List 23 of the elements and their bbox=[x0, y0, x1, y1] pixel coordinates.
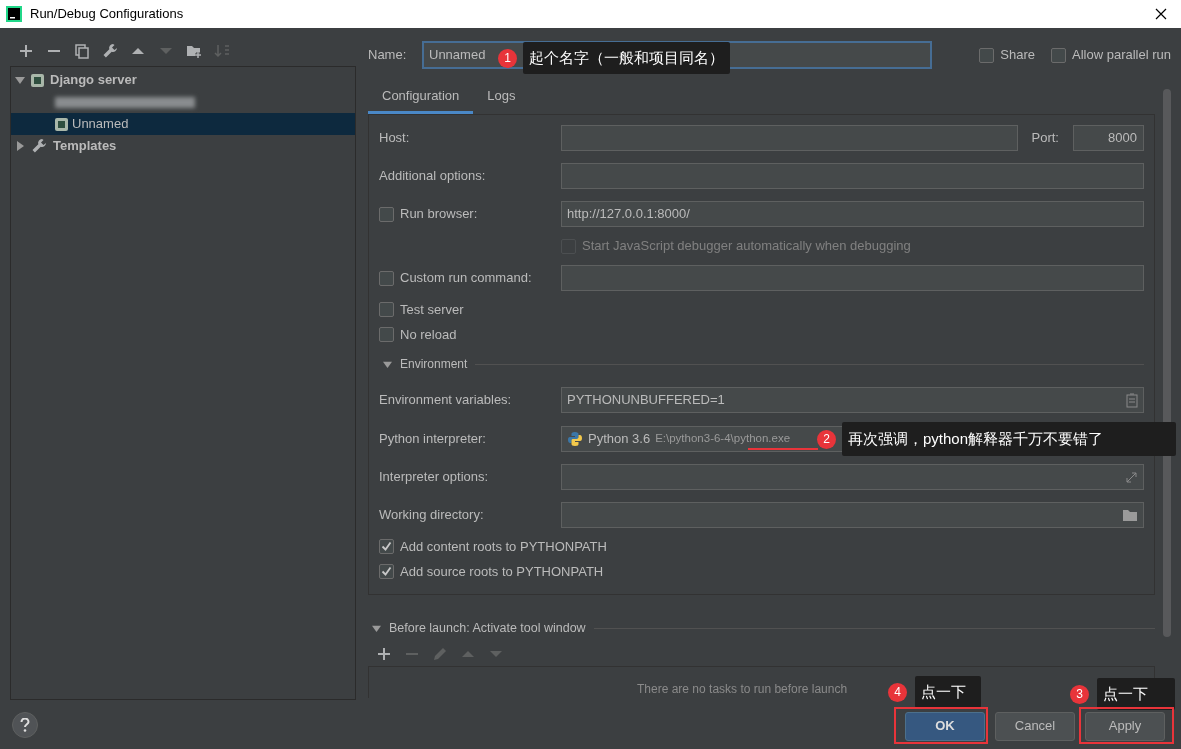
step-number-badge: 3 bbox=[1070, 684, 1089, 704]
tree-label: Templates bbox=[53, 137, 117, 156]
tree-label: Django server bbox=[50, 71, 137, 90]
window-title: Run/Debug Configurations bbox=[30, 5, 185, 24]
annotation-tooltip: 点一下 bbox=[1097, 678, 1175, 710]
field-label: Working directory: bbox=[379, 506, 485, 525]
tree-label: Unnamed bbox=[72, 115, 129, 134]
interpreter-path: E:\python3-6-4\python.exe bbox=[655, 430, 791, 446]
annotation-tooltip: 起个名字（一般和项目同名） bbox=[523, 42, 730, 74]
step-number-badge: 4 bbox=[888, 682, 907, 702]
field-label: Name: bbox=[368, 46, 408, 65]
interpreter-version: Python 3.6 bbox=[588, 429, 651, 448]
annotation-tooltip: 再次强调，python解释器千万不要错了 bbox=[842, 422, 1176, 456]
field-label: Environment variables: bbox=[379, 391, 513, 410]
field-label: Additional options: bbox=[379, 167, 487, 186]
annotation-tooltip: 点一下 bbox=[915, 676, 981, 708]
section-title: Environment bbox=[400, 356, 468, 373]
field-label: Port: bbox=[1031, 129, 1059, 148]
empty-list-text: There are no tasks to run before launch bbox=[637, 681, 848, 698]
field-label: Interpreter options: bbox=[379, 468, 490, 487]
field-label: Python interpreter: bbox=[379, 429, 487, 448]
field-label: Host: bbox=[379, 129, 411, 148]
section-title: Before launch: Activate tool window bbox=[389, 619, 586, 637]
